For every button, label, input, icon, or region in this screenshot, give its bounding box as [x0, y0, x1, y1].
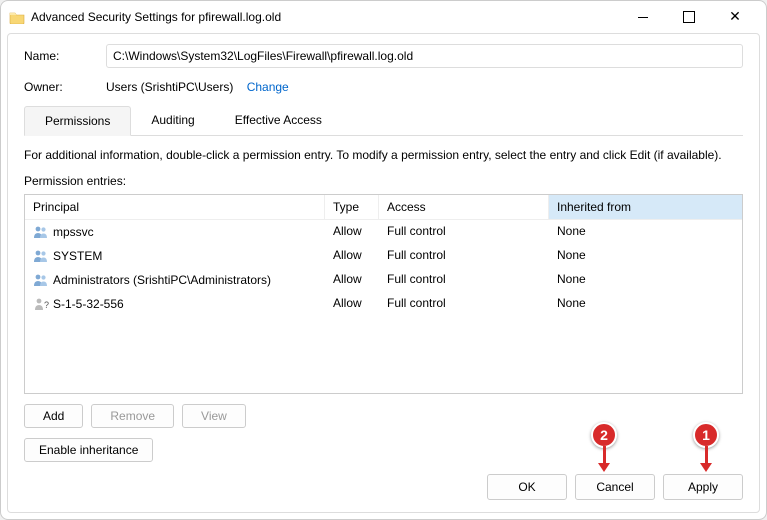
principal-name: Administrators (SrishtiPC\Administrators… [53, 273, 271, 287]
enable-inheritance-button[interactable]: Enable inheritance [24, 438, 153, 462]
header-inherited[interactable]: Inherited from [549, 195, 742, 219]
header-type[interactable]: Type [325, 195, 379, 219]
principal-icon [33, 272, 49, 288]
principal-name: SYSTEM [53, 249, 102, 263]
header-principal[interactable]: Principal [25, 195, 325, 219]
callout-1: 1 [693, 422, 719, 448]
cell-type: Allow [325, 245, 379, 267]
footer-buttons: 2 1 OK Cancel Apply [24, 474, 743, 500]
cancel-button[interactable]: Cancel [575, 474, 655, 500]
principal-icon [33, 248, 49, 264]
apply-button[interactable]: Apply [663, 474, 743, 500]
owner-value-cell: Users (SrishtiPC\Users) Change [106, 80, 743, 94]
principal-icon [33, 224, 49, 240]
cell-inherited: None [549, 293, 742, 315]
info-text: For additional information, double-click… [24, 148, 743, 162]
owner-label: Owner: [24, 80, 106, 94]
table-header: Principal Type Access Inherited from [25, 195, 742, 220]
principal-icon: ? [33, 296, 49, 312]
owner-value: Users (SrishtiPC\Users) [106, 80, 233, 94]
content-panel: Name: C:\Windows\System32\LogFiles\Firew… [7, 33, 760, 513]
cell-type: Allow [325, 293, 379, 315]
change-owner-link[interactable]: Change [247, 80, 289, 94]
remove-button[interactable]: Remove [91, 404, 174, 428]
window-title: Advanced Security Settings for pfirewall… [31, 10, 620, 24]
tab-auditing[interactable]: Auditing [131, 106, 214, 135]
name-value[interactable]: C:\Windows\System32\LogFiles\Firewall\pf… [106, 44, 743, 68]
callout-2: 2 [591, 422, 617, 448]
minimize-button[interactable] [620, 3, 666, 31]
close-button[interactable]: ✕ [712, 3, 758, 31]
cell-inherited: None [549, 221, 742, 243]
cell-access: Full control [379, 269, 549, 291]
table-row[interactable]: SYSTEM AllowFull controlNone [25, 244, 742, 268]
permission-entries-label: Permission entries: [24, 174, 743, 188]
tab-effective-access[interactable]: Effective Access [215, 106, 342, 135]
table-body: mpssvcAllowFull controlNoneSYSTEMAllowFu… [25, 220, 742, 316]
cell-access: Full control [379, 221, 549, 243]
tab-permissions[interactable]: Permissions [24, 106, 131, 136]
add-button[interactable]: Add [24, 404, 83, 428]
cell-type: Allow [325, 269, 379, 291]
cell-inherited: None [549, 245, 742, 267]
view-button[interactable]: View [182, 404, 246, 428]
table-row[interactable]: ? S-1-5-32-556 AllowFull controlNone [25, 292, 742, 316]
dialog-window: Advanced Security Settings for pfirewall… [0, 0, 767, 520]
name-row: Name: C:\Windows\System32\LogFiles\Firew… [24, 44, 743, 68]
cell-access: Full control [379, 293, 549, 315]
principal-name: mpssvc [53, 225, 94, 239]
owner-row: Owner: Users (SrishtiPC\Users) Change [24, 80, 743, 94]
cell-inherited: None [549, 269, 742, 291]
maximize-button[interactable] [666, 3, 712, 31]
tabs: Permissions Auditing Effective Access [24, 106, 743, 136]
entry-buttons: Add Remove View [24, 404, 743, 428]
titlebar: Advanced Security Settings for pfirewall… [1, 1, 766, 33]
folder-icon [9, 10, 25, 24]
table-row[interactable]: mpssvc AllowFull controlNone [25, 220, 742, 244]
permission-table: Principal Type Access Inherited from mps… [24, 194, 743, 394]
inheritance-row: Enable inheritance [24, 438, 743, 462]
table-row[interactable]: Administrators (SrishtiPC\Administrators… [25, 268, 742, 292]
cell-type: Allow [325, 221, 379, 243]
svg-text:?: ? [44, 300, 49, 310]
window-controls: ✕ [620, 3, 758, 31]
name-label: Name: [24, 49, 106, 63]
header-access[interactable]: Access [379, 195, 549, 219]
cell-access: Full control [379, 245, 549, 267]
principal-name: S-1-5-32-556 [53, 297, 124, 311]
ok-button[interactable]: OK [487, 474, 567, 500]
